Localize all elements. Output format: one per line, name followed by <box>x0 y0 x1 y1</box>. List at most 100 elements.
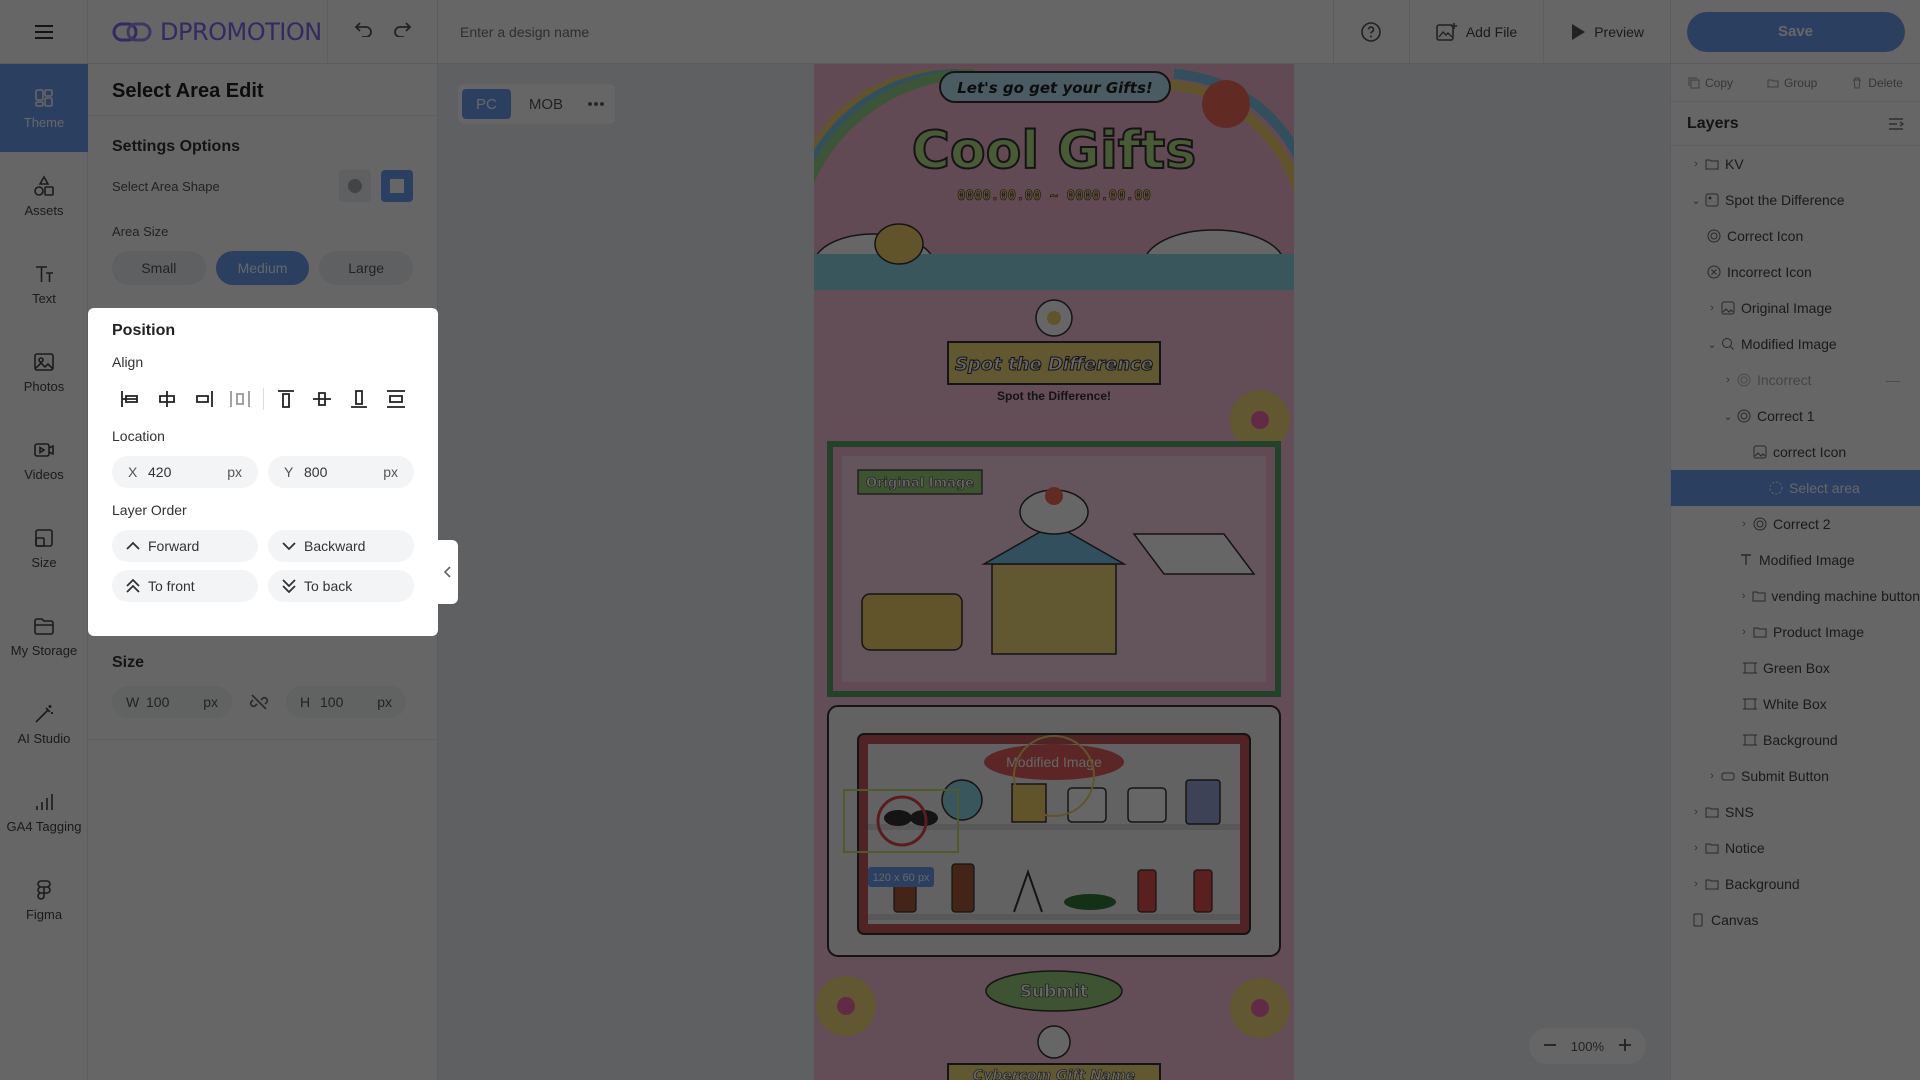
chevron-right-icon[interactable]: › <box>1705 770 1719 782</box>
add-file-button[interactable]: Add File <box>1408 0 1543 64</box>
delete-button[interactable]: Delete <box>1851 76 1903 90</box>
y-position-field[interactable]: Y 800 px <box>268 456 414 488</box>
align-left-button[interactable] <box>112 384 149 414</box>
width-field[interactable]: W 100 px <box>112 686 232 718</box>
artboard-illustration: Let's go get your Gifts! Cool Gifts 0000… <box>814 64 1294 1080</box>
layer-notice[interactable]: › Notice <box>1671 830 1920 866</box>
chevron-right-icon[interactable]: › <box>1737 626 1751 638</box>
rail-item-figma[interactable]: Figma <box>0 856 88 944</box>
rail-item-ai-studio[interactable]: AI Studio <box>0 680 88 768</box>
align-center-v-button[interactable] <box>304 384 341 414</box>
layer-vending-machine-button[interactable]: › vending machine button <box>1671 578 1920 614</box>
align-right-button[interactable] <box>185 384 222 414</box>
rail-item-photos[interactable]: Photos <box>0 328 88 416</box>
distribute-vertical-button[interactable] <box>377 384 414 414</box>
hidden-eye-icon[interactable]: — <box>1886 372 1900 388</box>
chevron-down-icon[interactable]: ⌄ <box>1689 194 1703 207</box>
layer-correct-1[interactable]: ⌄ Correct 1 <box>1671 398 1920 434</box>
layer-spot-the-difference[interactable]: ⌄ Spot the Difference <box>1671 182 1920 218</box>
rail-item-my-storage[interactable]: My Storage <box>0 592 88 680</box>
undo-button[interactable] <box>354 21 374 42</box>
forward-button[interactable]: Forward <box>112 530 258 562</box>
layer-sns[interactable]: › SNS <box>1671 794 1920 830</box>
layer-label: correct Icon <box>1773 444 1847 460</box>
rail-item-videos[interactable]: Videos <box>0 416 88 504</box>
layer-label: KV <box>1725 156 1744 172</box>
align-top-button[interactable] <box>267 384 304 414</box>
align-center-h-button[interactable] <box>149 384 186 414</box>
layer-correct-icon-child[interactable]: correct Icon <box>1671 434 1920 470</box>
shape-circle-button[interactable] <box>339 170 371 202</box>
chevron-right-icon[interactable]: › <box>1689 806 1703 818</box>
chevron-right-icon[interactable]: › <box>1705 302 1719 314</box>
layer-green-box[interactable]: Green Box <box>1671 650 1920 686</box>
target-icon <box>1735 409 1753 423</box>
layer-label: Green Box <box>1763 660 1830 676</box>
size-small-button[interactable]: Small <box>112 251 206 285</box>
rail-item-theme[interactable]: Theme <box>0 64 88 152</box>
chevron-down-icon[interactable]: ⌄ <box>1705 338 1719 351</box>
chevron-right-icon[interactable]: › <box>1689 842 1703 854</box>
rail-item-ga4-tagging[interactable]: GA4 Tagging <box>0 768 88 856</box>
layer-correct-icon[interactable]: Correct Icon <box>1671 218 1920 254</box>
size-medium-button[interactable]: Medium <box>215 251 310 285</box>
device-pc-button[interactable]: PC <box>462 89 511 119</box>
group-button[interactable]: Group <box>1767 76 1817 90</box>
redo-button[interactable] <box>392 21 412 42</box>
collapse-layers-icon[interactable] <box>1888 117 1904 131</box>
backward-button[interactable]: Backward <box>268 530 414 562</box>
layer-product-image[interactable]: › Product Image <box>1671 614 1920 650</box>
layer-incorrect-icon[interactable]: Incorrect Icon <box>1671 254 1920 290</box>
to-front-button[interactable]: To front <box>112 570 258 602</box>
rail-label-ga4-tagging: GA4 Tagging <box>6 818 82 834</box>
copy-button[interactable]: Copy <box>1688 76 1733 90</box>
folder-icon <box>1703 878 1721 890</box>
layer-kv[interactable]: › KV <box>1671 146 1920 182</box>
hamburger-menu-button[interactable] <box>0 0 88 64</box>
preview-button[interactable]: Preview <box>1543 0 1670 64</box>
shape-square-button[interactable] <box>381 170 413 202</box>
device-mob-button[interactable]: MOB <box>515 89 577 119</box>
more-options-button[interactable] <box>581 89 611 119</box>
chevron-right-icon[interactable]: › <box>1737 518 1751 530</box>
canvas-workspace[interactable]: PC MOB Let's go get your Gifts! Cool Gif… <box>438 64 1670 1080</box>
chevron-right-icon[interactable]: › <box>1737 590 1750 602</box>
layer-modified-image[interactable]: ⌄ Modified Image <box>1671 326 1920 362</box>
layer-white-box[interactable]: White Box <box>1671 686 1920 722</box>
chevron-right-icon[interactable]: › <box>1689 878 1703 890</box>
save-button[interactable]: Save <box>1686 11 1905 52</box>
component-icon <box>1703 193 1721 207</box>
align-bottom-button[interactable] <box>341 384 378 414</box>
settings-options-title: Settings Options <box>112 138 240 155</box>
zoom-in-button[interactable] <box>1618 1038 1632 1055</box>
layers-panel: Copy Group Delete Layers › KV ⌄ Spot the D… <box>1670 64 1920 1080</box>
chevron-right-icon[interactable]: › <box>1721 374 1735 386</box>
x-position-field[interactable]: X 420 px <box>112 456 258 488</box>
layer-original-image[interactable]: › Original Image <box>1671 290 1920 326</box>
zoom-out-button[interactable] <box>1543 1038 1557 1055</box>
distribute-horizontal-button[interactable] <box>222 384 259 414</box>
layer-background-inner[interactable]: Background <box>1671 722 1920 758</box>
layer-select-area[interactable]: Select area <box>1671 470 1920 506</box>
artboard-title: Cool Gifts <box>912 121 1196 181</box>
layer-correct-2[interactable]: › Correct 2 <box>1671 506 1920 542</box>
size-large-button[interactable]: Large <box>319 251 414 285</box>
rail-item-size[interactable]: Size <box>0 504 88 592</box>
double-chevron-up-icon <box>126 579 140 593</box>
to-back-button[interactable]: To back <box>268 570 414 602</box>
panel-collapse-handle[interactable] <box>438 540 458 604</box>
aspect-lock-button[interactable] <box>242 686 276 718</box>
chevron-down-icon[interactable]: ⌄ <box>1721 410 1735 423</box>
rail-item-assets[interactable]: Assets <box>0 152 88 240</box>
rail-item-text[interactable]: Text <box>0 240 88 328</box>
height-field[interactable]: H 100 px <box>286 686 406 718</box>
layer-modified-image-text[interactable]: Modified Image <box>1671 542 1920 578</box>
layer-submit-button[interactable]: › Submit Button <box>1671 758 1920 794</box>
layer-incorrect[interactable]: › Incorrect — <box>1671 362 1920 398</box>
artboard[interactable]: Let's go get your Gifts! Cool Gifts 0000… <box>814 64 1294 1080</box>
design-name-input[interactable] <box>460 23 860 40</box>
layer-background[interactable]: › Background <box>1671 866 1920 902</box>
help-button[interactable] <box>1332 0 1409 64</box>
chevron-right-icon[interactable]: › <box>1689 158 1703 170</box>
layer-canvas[interactable]: Canvas <box>1671 902 1920 938</box>
